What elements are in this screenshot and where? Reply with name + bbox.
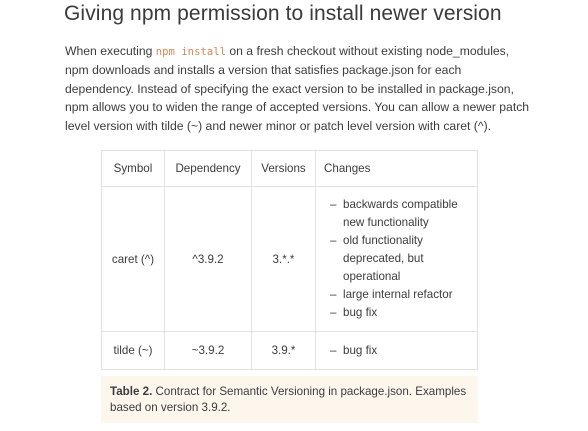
dash-bullet-icon: –: [330, 343, 337, 357]
inline-code-npm-install: npm install: [155, 46, 226, 58]
dash-bullet-icon: –: [330, 288, 337, 301]
caption-text: Table 2. Contract for Semantic Versionin…: [110, 384, 469, 416]
cell-versions: 3.9.*: [251, 331, 316, 370]
caption-description: Contract for Semantic Versioning in pack…: [110, 384, 467, 414]
table-caption: Table 2. Contract for Semantic Versionin…: [101, 376, 478, 423]
cell-dependency: ~3.9.2: [164, 331, 252, 370]
change-text: large internal refactor: [343, 288, 453, 301]
changes-list: – bug fix: [330, 342, 469, 360]
cell-changes: – backwards compatible new functionality …: [315, 186, 478, 332]
cell-symbol: caret (^): [101, 186, 165, 332]
semver-table: Symbol Dependency Versions Changes caret…: [101, 150, 478, 370]
change-item: – bug fix: [330, 342, 469, 360]
cell-versions: 3.*.*: [251, 186, 316, 332]
header-changes: Changes: [315, 150, 478, 187]
change-text: bug fix: [343, 306, 378, 319]
table-row: tilde (~) ~3.9.2 3.9.* – bug fix: [101, 331, 478, 370]
intro-text-start: When executing: [65, 44, 156, 58]
change-text: old functionality deprecated, but operat…: [343, 234, 424, 283]
cell-changes: – bug fix: [315, 331, 478, 370]
section-title: Giving npm permission to install newer v…: [64, 2, 502, 25]
intro-paragraph: When executing npm install on a fresh ch…: [65, 42, 530, 135]
change-item: – bug fix: [330, 304, 469, 322]
table-row: caret (^) ^3.9.2 3.*.* – backwards compat…: [101, 186, 478, 332]
dash-bullet-icon: –: [330, 198, 337, 211]
header-dependency: Dependency: [164, 150, 252, 187]
cell-symbol: tilde (~): [101, 331, 165, 370]
table-header-row: Symbol Dependency Versions Changes: [101, 150, 478, 187]
dash-bullet-icon: –: [330, 234, 337, 247]
article-section: Giving npm permission to install newer v…: [0, 0, 588, 431]
cell-dependency: ^3.9.2: [164, 186, 252, 332]
change-text: backwards compatible new functionality: [343, 198, 458, 229]
caption-label: Table 2.: [110, 384, 153, 398]
changes-list: – backwards compatible new functionality …: [330, 196, 469, 322]
header-symbol: Symbol: [101, 150, 165, 187]
change-text: bug fix: [343, 343, 378, 357]
change-item: – old functionality deprecated, but opera…: [330, 232, 469, 286]
change-item: – backwards compatible new functionality: [330, 196, 469, 232]
change-item: – large internal refactor: [330, 286, 469, 304]
header-versions: Versions: [251, 150, 316, 187]
dash-bullet-icon: –: [330, 306, 337, 319]
